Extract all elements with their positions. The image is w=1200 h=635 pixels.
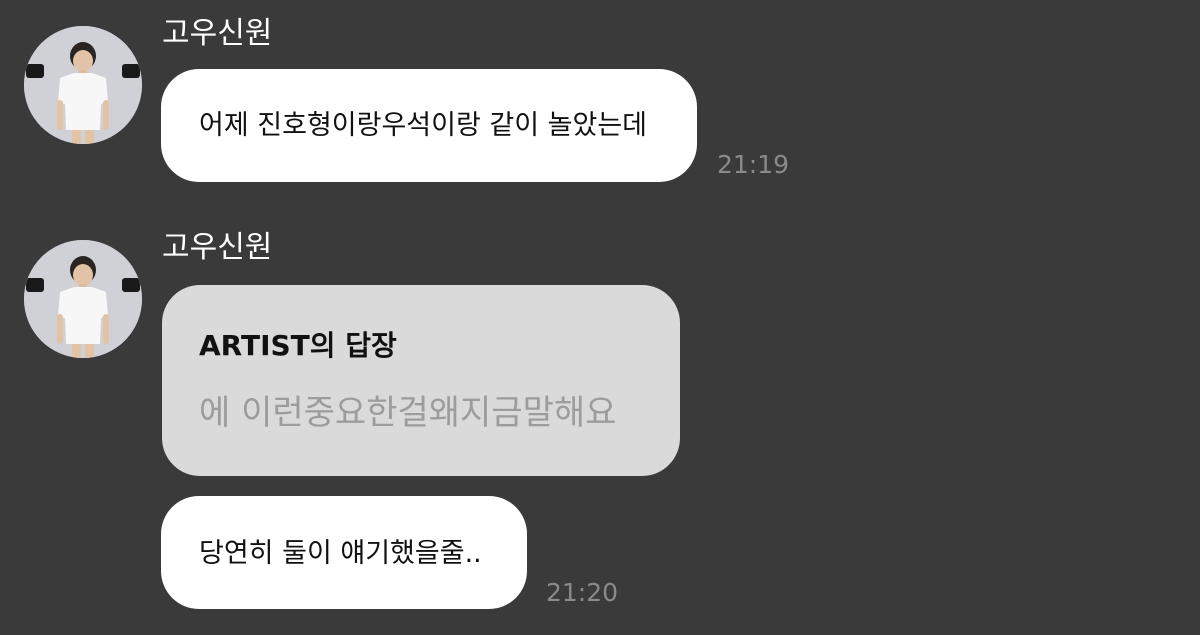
profile-photo-icon: [24, 240, 142, 358]
message-text: 당연히 둘이 얘기했을줄..: [199, 538, 482, 569]
avatar[interactable]: [24, 26, 142, 144]
reply-title: ARTIST의 답장: [199, 329, 397, 362]
message-bubble[interactable]: 당연히 둘이 얘기했을줄..: [161, 496, 527, 609]
sender-name: 고우신원: [162, 230, 273, 265]
sender-name: 고우신원: [162, 16, 273, 51]
reply-quote-bubble[interactable]: ARTIST의 답장 에 이런중요한걸왜지금말해요: [162, 285, 680, 476]
message-time: 21:20: [546, 578, 619, 607]
profile-photo-icon: [24, 26, 142, 144]
avatar[interactable]: [24, 240, 142, 358]
message-text: 어제 진호형이랑우석이랑 같이 놀았는데: [199, 110, 648, 141]
message-bubble[interactable]: 어제 진호형이랑우석이랑 같이 놀았는데: [161, 69, 697, 182]
reply-text: 에 이런중요한걸왜지금말해요: [199, 393, 617, 433]
message-time: 21:19: [717, 150, 790, 179]
